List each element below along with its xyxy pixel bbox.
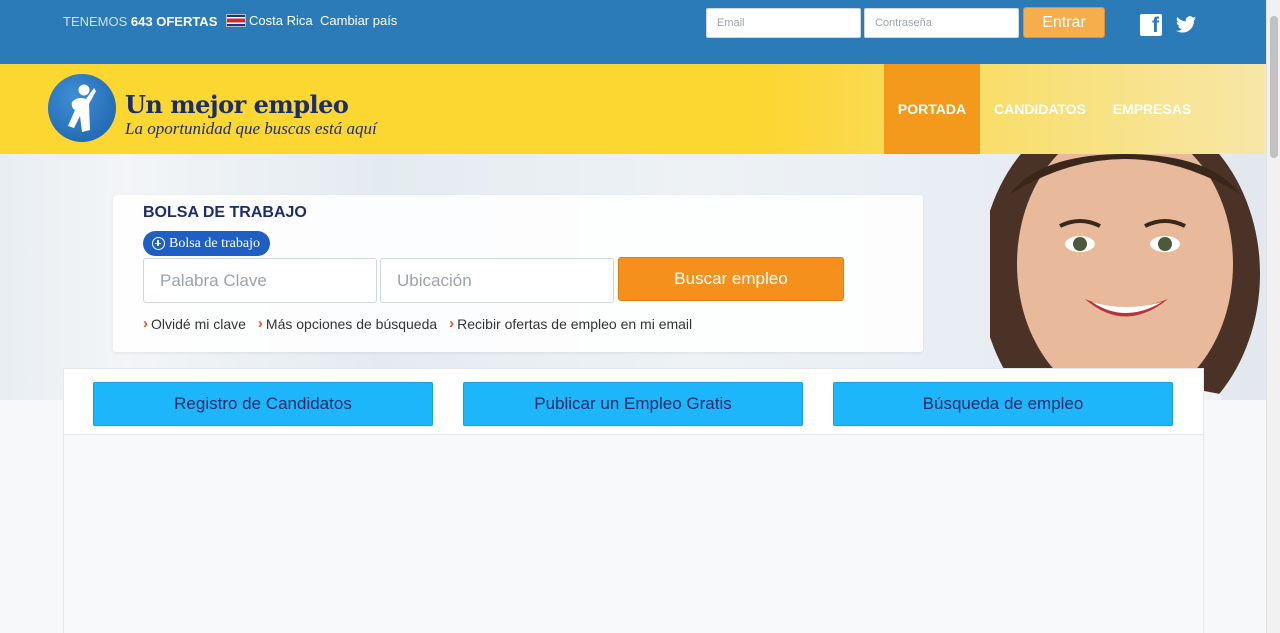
register-candidates-button[interactable]: Registro de Candidatos <box>93 382 433 426</box>
search-links: › Olvidé mi clave › Más opciones de búsq… <box>143 315 692 332</box>
email-alerts-link[interactable]: › Recibir ofertas de empleo en mi email <box>449 315 692 332</box>
chevron-right-icon: › <box>257 315 263 332</box>
country-label: Costa Rica <box>249 13 313 28</box>
nav-portada[interactable]: PORTADA <box>884 64 980 154</box>
twitter-icon[interactable] <box>1175 14 1197 36</box>
password-field[interactable] <box>864 8 1019 38</box>
job-search-card: BOLSA DE TRABAJO Bolsa de trabajo Buscar… <box>113 195 923 352</box>
forgot-password-link[interactable]: › Olvidé mi clave <box>143 315 246 332</box>
action-bar: Registro de Candidatos Publicar un Emple… <box>64 369 1203 435</box>
costa-rica-flag-icon <box>226 14 246 27</box>
facebook-icon[interactable]: f <box>1140 14 1162 37</box>
job-search-button[interactable]: Búsqueda de empleo <box>833 382 1173 426</box>
logo-title[interactable]: Un mejor empleo <box>125 90 349 119</box>
content-panel: Registro de Candidatos Publicar un Emple… <box>63 368 1204 633</box>
pill-label: Bolsa de trabajo <box>169 235 260 251</box>
chevron-right-icon: › <box>143 315 148 332</box>
link-label: Más opciones de búsqueda <box>265 315 438 332</box>
logo-tagline: La oportunidad que buscas está aquí <box>125 119 377 138</box>
login-button[interactable]: Entrar <box>1023 7 1105 38</box>
bolsa-trabajo-pill[interactable]: Bolsa de trabajo <box>143 231 270 256</box>
offers-prefix: TENEMOS <box>63 14 128 29</box>
top-bar: TENEMOS 643 OFERTAS Costa Rica Cambiar p… <box>0 0 1266 64</box>
person-figure-icon <box>68 84 96 132</box>
scrollbar-thumb[interactable] <box>1270 16 1278 158</box>
country-selector[interactable]: Costa Rica <box>226 13 313 28</box>
card-title: BOLSA DE TRABAJO <box>143 204 307 221</box>
plus-circle-icon <box>152 237 165 250</box>
search-job-button[interactable]: Buscar empleo <box>618 257 844 301</box>
nav-empresas[interactable]: EMPRESAS <box>1100 64 1204 154</box>
more-search-options-link[interactable]: › Más opciones de búsqueda <box>258 315 437 332</box>
offers-count: TENEMOS 643 OFERTAS <box>63 14 217 29</box>
change-country-link[interactable]: Cambiar país <box>320 13 397 28</box>
smiling-woman-image <box>990 154 1260 400</box>
chevron-right-icon: › <box>449 315 455 332</box>
nav-candidatos[interactable]: CANDIDATOS <box>980 64 1100 154</box>
location-input[interactable] <box>380 258 614 303</box>
email-field[interactable] <box>706 8 861 38</box>
offers-number: 643 OFERTAS <box>130 14 218 29</box>
page-scrollbar[interactable] <box>1266 0 1280 633</box>
link-label: Recibir ofertas de empleo en mi email <box>457 315 693 332</box>
post-job-free-button[interactable]: Publicar un Empleo Gratis <box>463 382 803 426</box>
logo-icon[interactable] <box>48 74 116 142</box>
keyword-input[interactable] <box>143 258 377 303</box>
site-header: Un mejor empleo La oportunidad que busca… <box>0 64 1266 154</box>
link-label: Olvidé mi clave <box>151 315 246 332</box>
